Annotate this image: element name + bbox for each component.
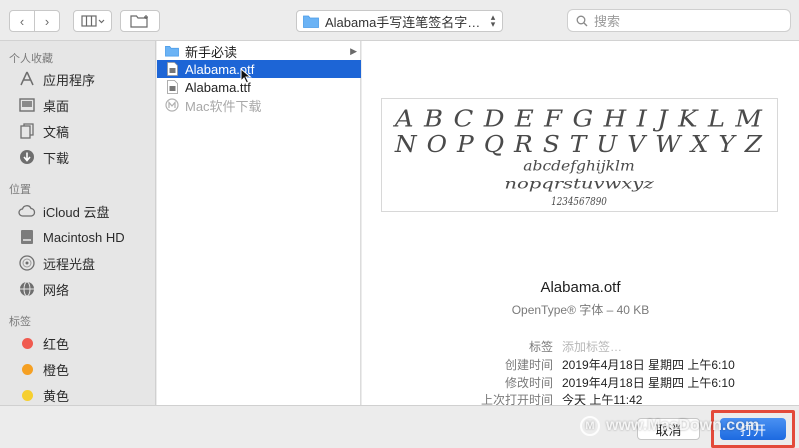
red-tag-dot-icon [22,337,33,349]
sidebar-item-label: iCloud 云盘 [43,204,110,220]
search-field[interactable]: 搜索 [567,9,791,32]
sidebar-item-label: 网络 [43,282,70,298]
site-link-icon [165,97,179,113]
sidebar: 个人收藏 应用程序 桌面 文稿 下载 位置 iCloud 云盘 Macintos… [0,41,156,405]
sample-line-uppercase-1: A B C D E F G H I J K L M [393,105,763,133]
disclosure-arrow-icon: ▶ [350,45,357,56]
list-item-folder[interactable]: 新手必读 ▶ [157,42,361,60]
disk-icon [18,228,36,246]
open-button[interactable]: 打开 [720,418,786,440]
sidebar-item-label: Macintosh HD [43,229,125,245]
sidebar-item-label: 应用程序 [43,72,96,88]
yellow-tag-dot-icon [22,389,33,401]
add-tags-field[interactable]: 添加标签… [562,338,622,355]
meta-value: 2019年4月18日 星期四 上午6:10 [562,358,735,372]
network-icon [18,280,36,298]
folder-icon [303,15,319,28]
downloads-icon [18,148,36,166]
file-name: Mac软件下载 [185,98,262,114]
sidebar-item-label: 远程光盘 [43,256,96,272]
meta-value: 2019年4月18日 星期四 上午6:10 [562,376,735,390]
sidebar-item-icloud[interactable]: iCloud 云盘 [0,199,155,223]
meta-key: 修改时间 [504,376,553,390]
file-name: 新手必读 [185,44,238,60]
sidebar-item-tag-orange[interactable]: 橙色 [0,357,155,381]
file-column: 新手必读 ▶ Alabama.otf Alabama.ttf Mac软件下载 [157,41,361,405]
chevron-right-icon: › [44,13,50,29]
forward-button[interactable]: › [34,10,60,32]
sidebar-item-label: 黄色 [43,388,70,404]
optical-disc-icon [18,254,36,272]
search-placeholder: 搜索 [594,14,621,29]
meta-row-created: 创建时间 2019年4月18日 星期四 上午6:10 [362,356,799,374]
column-view-icon [80,15,104,27]
location-label: Alabama手写连笔签名字… [325,14,481,30]
open-button-highlight: 打开 [711,410,795,448]
documents-icon [18,122,36,140]
meta-row-tags: 标签 添加标签… [362,338,799,356]
preview-file-name: Alabama.otf [540,279,621,296]
sidebar-item-tag-yellow[interactable]: 黄色 [0,383,155,405]
new-folder-icon [130,15,148,28]
sidebar-item-remote-disc[interactable]: 远程光盘 [0,251,155,275]
sidebar-item-applications[interactable]: 应用程序 [0,67,155,91]
font-file-icon [165,79,179,95]
sidebar-item-label: 红色 [43,336,70,352]
cloud-icon [18,202,36,220]
meta-row-modified: 修改时间 2019年4月18日 星期四 上午6:10 [362,374,799,392]
sidebar-item-macintosh-hd[interactable]: Macintosh HD [0,225,155,249]
locations-heading: 位置 [9,184,31,196]
sample-line-lowercase-2: nopqrstuvwxyz [504,176,654,192]
sample-line-lowercase-1: abcdefghijklm [523,159,634,175]
sidebar-item-downloads[interactable]: 下载 [0,145,155,169]
sample-line-uppercase-2: N O P Q R S T U V W X Y Z [394,130,763,158]
tags-heading: 标签 [9,316,31,328]
sidebar-item-label: 桌面 [43,98,70,114]
sidebar-item-network[interactable]: 网络 [0,277,155,301]
footer-bar: 取消 打开 [0,405,799,448]
chevron-left-icon: ‹ [19,13,25,29]
mouse-pointer-icon [240,68,252,84]
toolbar: ‹ › Alabama手写连笔签名字… ▴ ▾ 搜索 [0,0,799,41]
search-icon [576,15,588,26]
cancel-button[interactable]: 取消 [637,418,700,440]
preview-pane: A B C D E F G H I J K L M N O P Q R S T … [362,41,799,407]
new-folder-button[interactable] [120,10,160,32]
sidebar-item-tag-red[interactable]: 红色 [0,331,155,355]
preview-file-kind: OpenType® 字体 – 40 KB [511,303,650,317]
location-popup[interactable]: Alabama手写连笔签名字… ▴ ▾ [296,10,503,32]
font-file-icon [165,61,179,77]
orange-tag-dot-icon [22,363,33,375]
sample-line-digits: 1234567890 [551,195,607,208]
applications-icon [18,70,36,88]
meta-key: 创建时间 [504,358,553,372]
desktop-icon [18,96,36,114]
sidebar-item-label: 橙色 [43,362,70,378]
folder-icon [165,43,179,59]
view-mode-button[interactable] [73,10,112,32]
sidebar-item-documents[interactable]: 文稿 [0,119,155,143]
sidebar-item-desktop[interactable]: 桌面 [0,93,155,117]
list-item-dimmed: Mac软件下载 [157,96,361,114]
favorites-heading: 个人收藏 [9,53,53,65]
back-button[interactable]: ‹ [9,10,35,32]
sidebar-item-label: 下载 [43,150,70,166]
font-sample-image: A B C D E F G H I J K L M N O P Q R S T … [381,98,778,212]
meta-key: 标签 [528,340,553,354]
list-item[interactable]: Alabama.ttf [157,78,361,96]
list-item-selected[interactable]: Alabama.otf [157,60,361,78]
updown-chevron-icon: ▴ ▾ [490,12,496,29]
sidebar-item-label: 文稿 [43,124,70,140]
